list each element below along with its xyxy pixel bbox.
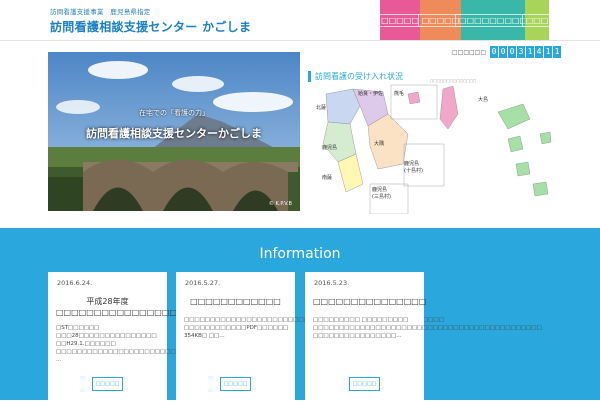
hero-credit: © K.P.V.B	[268, 201, 292, 207]
news-card: 2016.5.27. □□□□□□□□□□□□ □□□□□□□□□□□□□□□□…	[176, 272, 444, 412]
news-title[interactable]: 平成28年度 □□□□□□□□□□□□□□□□□	[56, 296, 185, 318]
region-oshima-5[interactable]	[539, 131, 552, 145]
kagoshima-map	[322, 84, 552, 215]
counter-digit: 4	[535, 46, 544, 58]
counter-label: □□□□□□	[452, 48, 487, 56]
news-date: 2016.5.27.	[185, 279, 221, 287]
nav-item-4[interactable]: □□□	[521, 0, 553, 40]
news-date: 2016.6.24.	[57, 279, 93, 287]
news-title[interactable]: □□□□□□□□□□□□	[184, 296, 287, 307]
label-kumage: 熊毛	[394, 91, 405, 97]
nav-item-label: □□□	[521, 13, 553, 27]
site-header: 訪問看護支援事業 鹿児島県指定 訪問看護相談支援センター かごしま □□□□□ …	[0, 0, 600, 41]
counter-digit: 0	[499, 46, 508, 58]
read-more-button[interactable]: □□□□□	[220, 377, 251, 391]
information-title: Information	[259, 246, 341, 262]
counter-digit: 0	[490, 46, 499, 58]
site-logo[interactable]: 訪問看護支援事業 鹿児島県指定 訪問看護相談支援センター かごしま	[50, 6, 251, 35]
nav-item-1[interactable]: □□□□□	[377, 0, 423, 40]
read-more-button[interactable]: □□□□□	[349, 377, 380, 391]
hero-caption-main: 訪問看護相談支援センターかごしま	[86, 127, 262, 140]
news-card: 2016.6.24. 平成28年度 □□□□□□□□□□□□□□□□□ □ST□…	[48, 272, 285, 412]
region-kumage-island-2[interactable]	[439, 85, 459, 130]
map-title: 訪問看護の受け入れ状況	[308, 71, 403, 82]
label-kagoshima: 鹿児島	[322, 145, 338, 151]
news-excerpt: □□□□□□□□□□□□□□□□□□□□□□□□□□□□□□□□□□□□□□□□…	[184, 317, 444, 339]
label-nansatsu: 南薩	[322, 175, 333, 181]
main-nav: □□□□□ □□□□□ □□□□□□□□□ □□□	[377, 0, 553, 40]
nav-item-label: □□□□□	[377, 13, 423, 27]
label-aira-isa: 姶良・伊佐	[358, 91, 384, 97]
label-kagoshima-mishima: 鹿児島 (三島村)	[372, 187, 391, 200]
nav-item-label: □□□□□□□□□	[454, 13, 532, 27]
region-hokusatsu[interactable]	[325, 88, 361, 125]
label-oshima: 大島	[478, 97, 489, 103]
map-note: □□□□□□□□□□□□□□	[430, 79, 477, 83]
visitor-counter: □□□□□□ 0 0 0 3 1 4 1 1	[452, 46, 562, 58]
news-excerpt: □□□□□□□□□ □□□□□□□□□ □□□□□□□□□□□□□□□□□□□□…	[313, 317, 542, 339]
label-kagoshima-toshima: 鹿児島 (十島村)	[404, 161, 423, 174]
acceptance-map[interactable]: 北薩 姶良・伊佐 熊毛 鹿児島 大隅 大島 南薩 鹿児島 (十島村) 鹿児島 (…	[308, 84, 558, 215]
counter-digit: 1	[526, 46, 535, 58]
counter-digit: 1	[553, 46, 562, 58]
news-date: 2016.5.23.	[314, 279, 350, 287]
label-osumi: 大隅	[374, 141, 385, 147]
news-card: 2016.5.23. □□□□□□□□□□□□□□□ □□□□□□□□□ □□□…	[305, 272, 542, 412]
news-excerpt: □ST□□□□□□ □□□28□□□□□□□□□□□□□□□ □□H29.1.□…	[56, 325, 285, 363]
news-title[interactable]: □□□□□□□□□□□□□□□	[313, 296, 426, 307]
counter-digit: 1	[544, 46, 553, 58]
logo-title: 訪問看護相談支援センター かごしま	[50, 20, 252, 34]
read-more-button[interactable]: □□□□□	[92, 377, 123, 391]
region-oshima-2[interactable]	[507, 135, 524, 153]
region-oshima-4[interactable]	[532, 181, 549, 197]
counter-digit: 3	[517, 46, 526, 58]
hero-caption-small: 在宅での「看護の力」	[139, 109, 209, 117]
nav-item-3[interactable]: □□□□□□□□□	[454, 0, 532, 40]
region-oshima[interactable]	[497, 103, 531, 130]
hero-image: 在宅での「看護の力」 訪問看護相談支援センターかごしま © K.P.V.B	[48, 52, 300, 211]
logo-subtitle: 訪問看護支援事業 鹿児島県指定	[50, 8, 151, 16]
region-oshima-3[interactable]	[515, 161, 531, 177]
counter-digit: 0	[508, 46, 517, 58]
label-hokusatsu: 北薩	[316, 105, 327, 111]
information-section: Information 2016.6.24. 平成28年度 □□□□□□□□□□…	[0, 228, 600, 412]
region-kumage-island[interactable]	[407, 91, 421, 105]
